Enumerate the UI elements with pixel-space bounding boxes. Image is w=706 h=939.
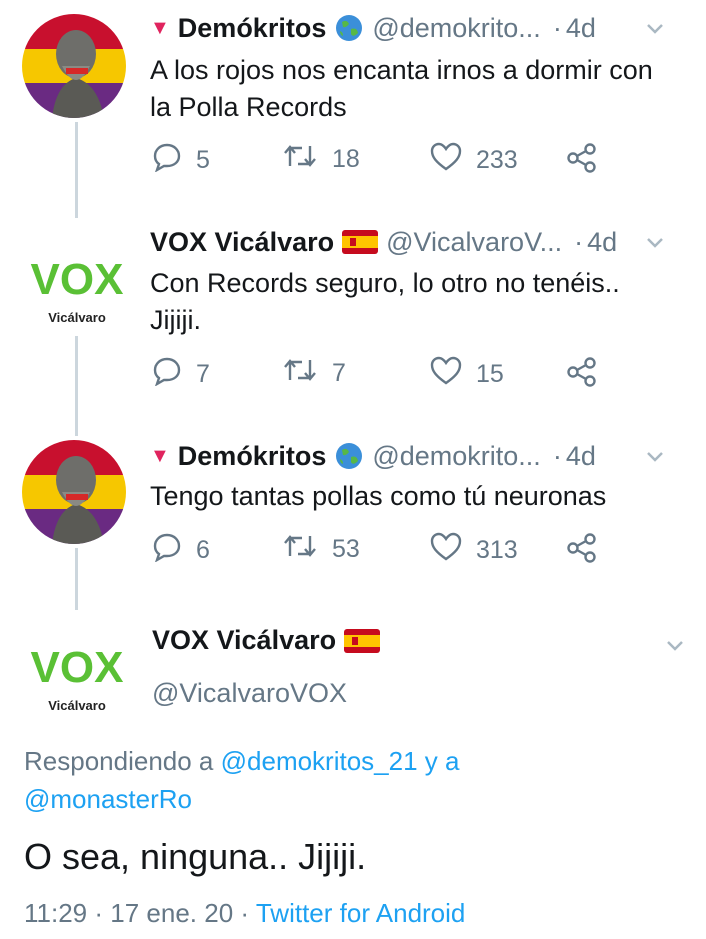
thread-line — [75, 122, 78, 218]
tweet-text: Tengo tantas pollas como tú neuronas — [150, 481, 607, 511]
globe-emoji-icon — [334, 13, 364, 43]
retweet-icon — [282, 142, 332, 177]
tweet-text: A los rojos nos encanta irnos a dormir c… — [150, 55, 653, 122]
replying-prefix: Respondiendo a — [24, 746, 214, 776]
like-button[interactable]: 15 — [430, 356, 504, 393]
tweet-meta: 11:29 · 17 ene. 20 · Twitter for Android — [24, 898, 465, 929]
vox-wordmark: VOX — [31, 255, 124, 304]
reply-count: 5 — [196, 146, 210, 174]
reply-user-link[interactable]: @demokritos_21 — [221, 746, 418, 776]
like-count: 233 — [476, 146, 518, 174]
vox-wordmark: VOX — [31, 643, 124, 692]
reply-count: 7 — [196, 360, 210, 388]
thread-line — [75, 336, 78, 436]
like-icon — [430, 142, 476, 179]
reply-button[interactable]: 6 — [152, 532, 210, 569]
retweet-count: 53 — [332, 535, 360, 563]
author-name[interactable]: Demókritos — [178, 441, 327, 472]
author-handle[interactable]: @VicalvaroV... — [386, 227, 562, 258]
share-icon — [566, 532, 612, 571]
separator: · — [574, 226, 584, 257]
retweet-icon — [282, 356, 332, 391]
avatar-demokritos[interactable] — [22, 14, 126, 118]
tweet-date[interactable]: 17 ene. 20 — [110, 898, 233, 928]
action-bar: 5 18 233 — [152, 142, 612, 182]
down-triangle-icon: ▼ — [150, 444, 170, 467]
reply-user-link[interactable]: @monasterRo — [24, 784, 192, 814]
action-bar: 7 7 15 — [152, 356, 612, 396]
tweet-time[interactable]: 4d — [587, 227, 617, 258]
vox-sub: Vicálvaro — [48, 698, 106, 713]
author-name[interactable]: VOX Vicálvaro — [150, 227, 334, 258]
retweet-count: 18 — [332, 145, 360, 173]
globe-emoji-icon — [334, 441, 364, 471]
retweet-icon — [282, 532, 332, 567]
spain-flag-icon — [342, 230, 379, 254]
tweet-time[interactable]: 4d — [566, 13, 596, 44]
retweet-button[interactable]: 18 — [282, 142, 360, 177]
like-button[interactable]: 233 — [430, 142, 518, 179]
avatar-vox-vicalvaro[interactable]: VOX Vicálvaro — [22, 636, 132, 716]
spain-flag-icon — [344, 628, 381, 653]
retweet-button[interactable]: 53 — [282, 532, 360, 567]
tweet-time[interactable]: 4d — [566, 441, 596, 472]
avatar-vox-vicalvaro[interactable]: VOX Vicálvaro — [22, 248, 132, 328]
thread-line — [75, 548, 78, 610]
tweet-time[interactable]: 11:29 — [24, 898, 87, 928]
author-name[interactable]: VOX Vicálvaro — [152, 625, 336, 656]
reply-count: 6 — [196, 536, 210, 564]
chevron-down-icon[interactable] — [646, 443, 664, 469]
main-tweet-text: O sea, ninguna.. Jijiji. — [24, 836, 367, 877]
like-icon — [430, 356, 476, 393]
like-button[interactable]: 313 — [430, 532, 518, 569]
replying-to: Respondiendo a @demokritos_21 y a @monas… — [24, 742, 664, 818]
chevron-down-icon[interactable] — [666, 632, 684, 658]
separator: · — [552, 12, 562, 43]
tweet-header: VOX Vicálvaro @VicalvaroV... · 4d — [150, 222, 686, 262]
reply-icon — [152, 532, 196, 569]
vox-sub: Vicálvaro — [48, 310, 106, 325]
separator: · — [94, 898, 104, 928]
main-handle[interactable]: @VicalvaroVOX — [152, 678, 347, 709]
like-count: 313 — [476, 536, 518, 564]
share-button[interactable] — [566, 356, 612, 395]
action-bar: 6 53 313 — [152, 532, 612, 572]
chevron-down-icon[interactable] — [646, 229, 664, 255]
tweet-source[interactable]: Twitter for Android — [256, 898, 466, 928]
main-author[interactable]: VOX Vicálvaro — [152, 625, 381, 656]
share-icon — [566, 142, 612, 181]
tweet-text: Con Records seguro, lo otro no tenéis.. … — [150, 268, 620, 335]
separator: · — [240, 898, 250, 928]
down-triangle-icon: ▼ — [150, 16, 170, 39]
author-name[interactable]: Demókritos — [178, 13, 327, 44]
avatar-demokritos[interactable] — [22, 440, 126, 544]
share-icon — [566, 356, 612, 395]
retweet-button[interactable]: 7 — [282, 356, 346, 391]
retweet-count: 7 — [332, 359, 346, 387]
chevron-down-icon[interactable] — [646, 15, 664, 41]
reply-joiner[interactable]: y a — [425, 746, 460, 776]
reply-icon — [152, 142, 196, 179]
author-handle[interactable]: @demokrito... — [372, 441, 540, 472]
share-button[interactable] — [566, 532, 612, 571]
reply-button[interactable]: 5 — [152, 142, 210, 179]
author-handle[interactable]: @demokrito... — [372, 13, 540, 44]
like-icon — [430, 532, 476, 569]
like-count: 15 — [476, 360, 504, 388]
share-button[interactable] — [566, 142, 612, 181]
reply-button[interactable]: 7 — [152, 356, 210, 393]
tweet-header: ▼ Demókritos @demokrito... · 4d — [150, 436, 686, 476]
reply-icon — [152, 356, 196, 393]
separator: · — [552, 440, 562, 471]
tweet-header: ▼ Demókritos @demokrito... · 4d — [150, 8, 686, 48]
